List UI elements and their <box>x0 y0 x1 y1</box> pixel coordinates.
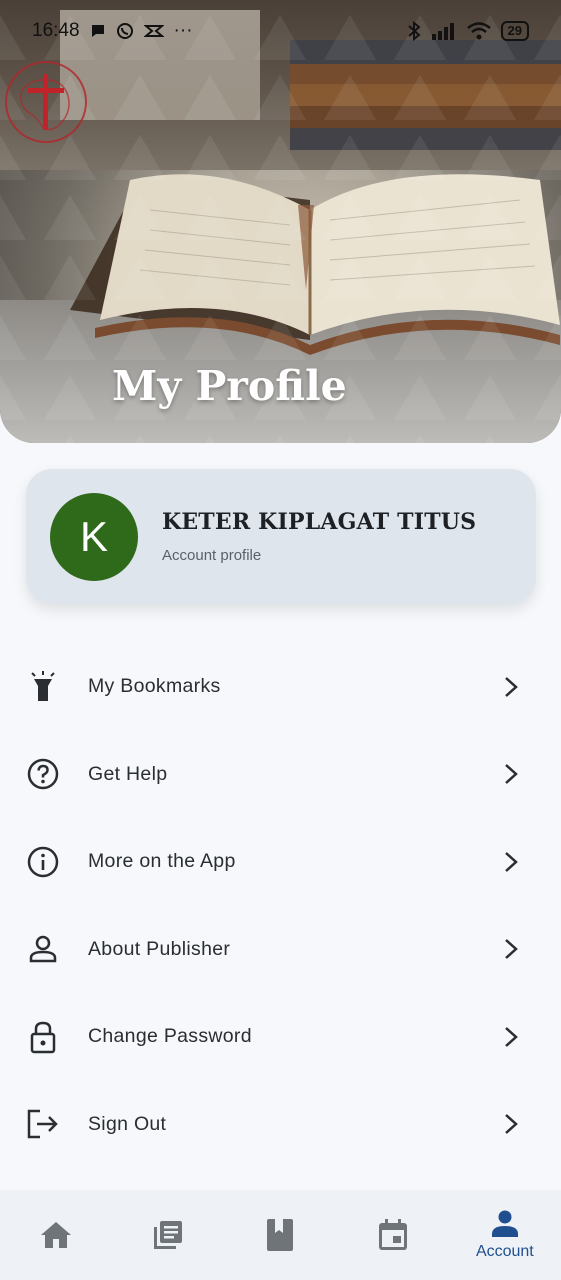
menu-item-label: More on the App <box>88 850 236 873</box>
nav-home[interactable] <box>6 1190 106 1280</box>
nav-account[interactable]: Account <box>455 1190 555 1280</box>
avatar: K <box>50 492 138 581</box>
profile-header-banner: 16:48 ··· 29 My Profile <box>0 0 561 443</box>
chevron-right-icon <box>505 764 518 785</box>
signal-icon <box>431 23 454 40</box>
library-icon <box>154 1221 183 1249</box>
home-icon <box>41 1222 72 1248</box>
app-logo <box>5 61 87 143</box>
person-icon <box>26 932 60 966</box>
help-circle-icon <box>26 757 60 791</box>
page-title: My Profile <box>112 362 347 410</box>
more-dots-icon: ··· <box>173 20 193 41</box>
capcut-icon <box>143 25 164 37</box>
info-circle-icon <box>26 845 60 879</box>
logout-icon <box>26 1107 60 1141</box>
menu-item-about-publisher[interactable]: About Publisher <box>0 906 561 994</box>
account-icon <box>491 1210 518 1237</box>
menu-item-label: Sign Out <box>88 1112 167 1135</box>
nav-library[interactable] <box>118 1190 218 1280</box>
nav-book[interactable] <box>230 1190 330 1280</box>
bluetooth-icon <box>407 21 421 41</box>
chevron-right-icon <box>505 939 518 960</box>
menu-item-bookmarks[interactable]: My Bookmarks <box>0 643 561 731</box>
lock-icon <box>26 1020 60 1054</box>
battery-indicator: 29 <box>500 21 529 41</box>
wifi-icon <box>466 22 491 40</box>
nav-account-label: Account <box>475 1243 534 1260</box>
chat-bubble-icon <box>91 25 104 37</box>
status-time: 16:48 <box>32 20 80 41</box>
calendar-icon <box>378 1219 407 1250</box>
chevron-right-icon <box>505 1026 518 1047</box>
menu-item-get-help[interactable]: Get Help <box>0 731 561 819</box>
menu-item-label: My Bookmarks <box>88 675 221 698</box>
menu-item-label: Change Password <box>88 1025 252 1048</box>
chevron-right-icon <box>505 676 518 697</box>
bottom-navigation: Account <box>0 1190 561 1280</box>
chevron-right-icon <box>505 1114 518 1135</box>
whatsapp-icon <box>116 23 133 39</box>
menu-item-change-password[interactable]: Change Password <box>0 993 561 1081</box>
profile-subtitle: Account profile <box>162 547 262 564</box>
profile-name: KETER KIPLAGAT TITUS <box>162 509 477 535</box>
menu-item-sign-out[interactable]: Sign Out <box>0 1081 561 1169</box>
status-bar: 16:48 ··· 29 <box>0 0 561 62</box>
account-menu: My Bookmarks Get Help More on the App Ab… <box>0 643 561 1168</box>
profile-card[interactable]: K KETER KIPLAGAT TITUS Account profile <box>26 469 536 604</box>
bookmark-book-icon <box>267 1219 294 1251</box>
menu-item-label: About Publisher <box>88 937 231 960</box>
nav-calendar[interactable] <box>343 1190 443 1280</box>
chevron-right-icon <box>505 851 518 872</box>
menu-item-more-on-app[interactable]: More on the App <box>0 818 561 906</box>
flashlight-icon <box>26 670 60 704</box>
menu-item-label: Get Help <box>88 762 168 785</box>
